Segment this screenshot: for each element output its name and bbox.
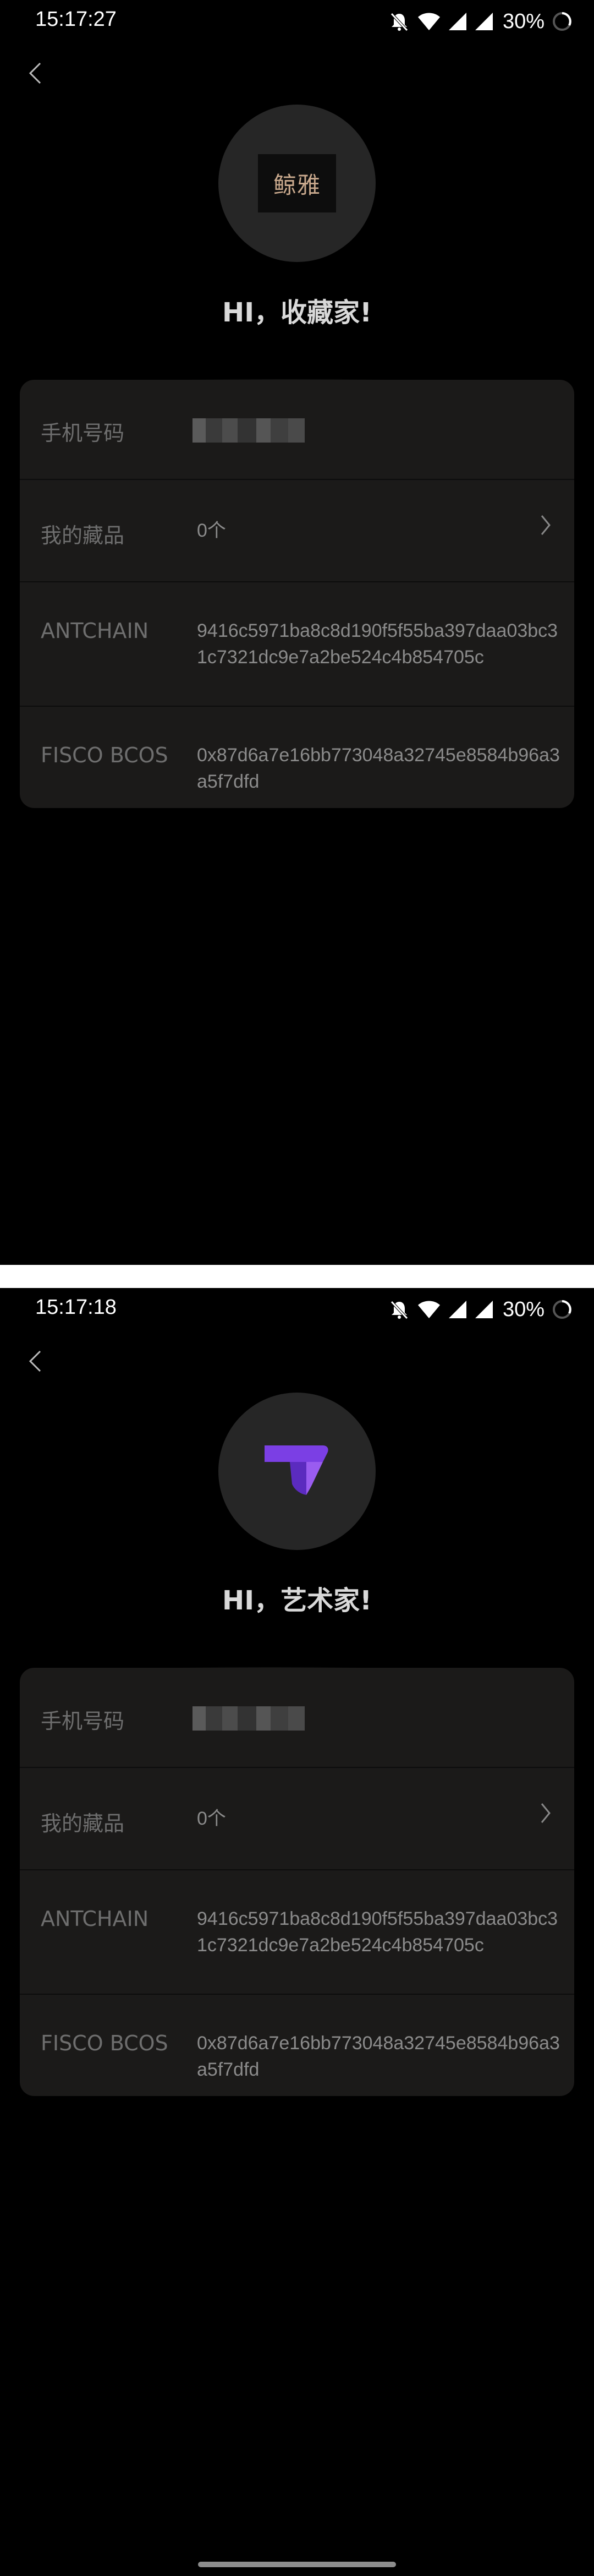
row-phone: 手机号码 bbox=[20, 380, 574, 480]
battery-icon bbox=[553, 1300, 571, 1319]
fisco-address: 0x87d6a7e16bb773048a32745e8584b96a3a5f7d… bbox=[197, 2033, 560, 2080]
signal-icon-2 bbox=[475, 13, 493, 30]
screen-artist: 15:17:18 30% HI，艺术家! 手机号码 我的藏品 0个 ANTCHA… bbox=[0, 1288, 594, 2576]
signal-icon bbox=[448, 13, 466, 30]
profile-card: 手机号码 我的藏品 0个 ANTCHAIN 9416c5971ba8c8d190… bbox=[20, 1668, 574, 2096]
row-antchain: ANTCHAIN 9416c5971ba8c8d190f5f55ba397daa… bbox=[20, 582, 574, 707]
phone-label: 手机号码 bbox=[41, 1709, 125, 1733]
chevron-left-icon bbox=[29, 62, 41, 84]
logo-text: 鲸雅 bbox=[273, 171, 321, 199]
signal-icon bbox=[448, 1301, 466, 1318]
screenshot-separator bbox=[0, 1265, 594, 1288]
chevron-right-icon bbox=[541, 1803, 551, 1823]
antchain-address: 9416c5971ba8c8d190f5f55ba397daa03bc31c73… bbox=[197, 1908, 558, 1956]
profile-card: 手机号码 我的藏品 0个 ANTCHAIN 9416c5971ba8c8d190… bbox=[20, 380, 574, 808]
row-fisco-bcos: FISCO BCOS 0x87d6a7e16bb773048a32745e858… bbox=[20, 1995, 574, 2096]
status-icons: 30% bbox=[388, 8, 573, 35]
phone-value-blurred bbox=[193, 418, 305, 443]
row-phone: 手机号码 bbox=[20, 1668, 574, 1768]
status-time: 15:17:18 bbox=[35, 1296, 117, 1319]
bell-muted-icon bbox=[391, 1301, 408, 1319]
antchain-address: 9416c5971ba8c8d190f5f55ba397daa03bc31c73… bbox=[197, 620, 558, 668]
chevron-left-icon bbox=[29, 1350, 41, 1372]
signal-icon-2 bbox=[475, 1301, 493, 1318]
collection-label: 我的藏品 bbox=[41, 1811, 125, 1836]
fisco-address: 0x87d6a7e16bb773048a32745e8584b96a3a5f7d… bbox=[197, 745, 560, 792]
purple-t-logo-icon bbox=[265, 1445, 328, 1495]
status-bar: 15:17:18 30% bbox=[0, 1288, 594, 1333]
battery-level: 30% bbox=[502, 9, 544, 33]
fisco-label: FISCO BCOS bbox=[41, 743, 168, 767]
status-time: 15:17:27 bbox=[35, 8, 117, 31]
row-my-collection[interactable]: 我的藏品 0个 bbox=[20, 1768, 574, 1870]
status-bar: 15:17:27 30% bbox=[0, 0, 594, 45]
row-fisco-bcos: FISCO BCOS 0x87d6a7e16bb773048a32745e858… bbox=[20, 707, 574, 808]
antchain-label: ANTCHAIN bbox=[41, 619, 149, 643]
collection-count: 0个 bbox=[197, 520, 226, 541]
phone-label: 手机号码 bbox=[41, 421, 125, 445]
wifi-icon bbox=[417, 1301, 440, 1318]
avatar bbox=[218, 1393, 376, 1550]
chevron-right-icon bbox=[541, 515, 551, 535]
row-antchain: ANTCHAIN 9416c5971ba8c8d190f5f55ba397daa… bbox=[20, 1870, 574, 1995]
greeting-title: HI，艺术家! bbox=[222, 1585, 372, 1616]
phone-value-blurred bbox=[193, 1706, 305, 1731]
row-my-collection[interactable]: 我的藏品 0个 bbox=[20, 480, 574, 582]
back-button[interactable] bbox=[19, 54, 52, 92]
screen-collector: 15:17:27 30% 鲸雅 HI，收藏家! 手机号码 我的藏品 0个 ANT… bbox=[0, 0, 594, 1277]
battery-level: 30% bbox=[502, 1297, 544, 1321]
greeting-title: HI，收藏家! bbox=[222, 297, 372, 328]
status-icons: 30% bbox=[388, 1296, 573, 1323]
brand-logo: 鲸雅 bbox=[258, 154, 336, 212]
collection-label: 我的藏品 bbox=[41, 523, 125, 548]
battery-icon bbox=[553, 12, 571, 31]
avatar: 鲸雅 bbox=[218, 105, 376, 262]
home-indicator[interactable] bbox=[198, 2562, 396, 2567]
back-button[interactable] bbox=[19, 1342, 52, 1380]
collection-count: 0个 bbox=[197, 1808, 226, 1829]
bell-muted-icon bbox=[391, 13, 408, 31]
antchain-label: ANTCHAIN bbox=[41, 1907, 149, 1931]
fisco-label: FISCO BCOS bbox=[41, 2031, 168, 2055]
wifi-icon bbox=[417, 13, 440, 30]
